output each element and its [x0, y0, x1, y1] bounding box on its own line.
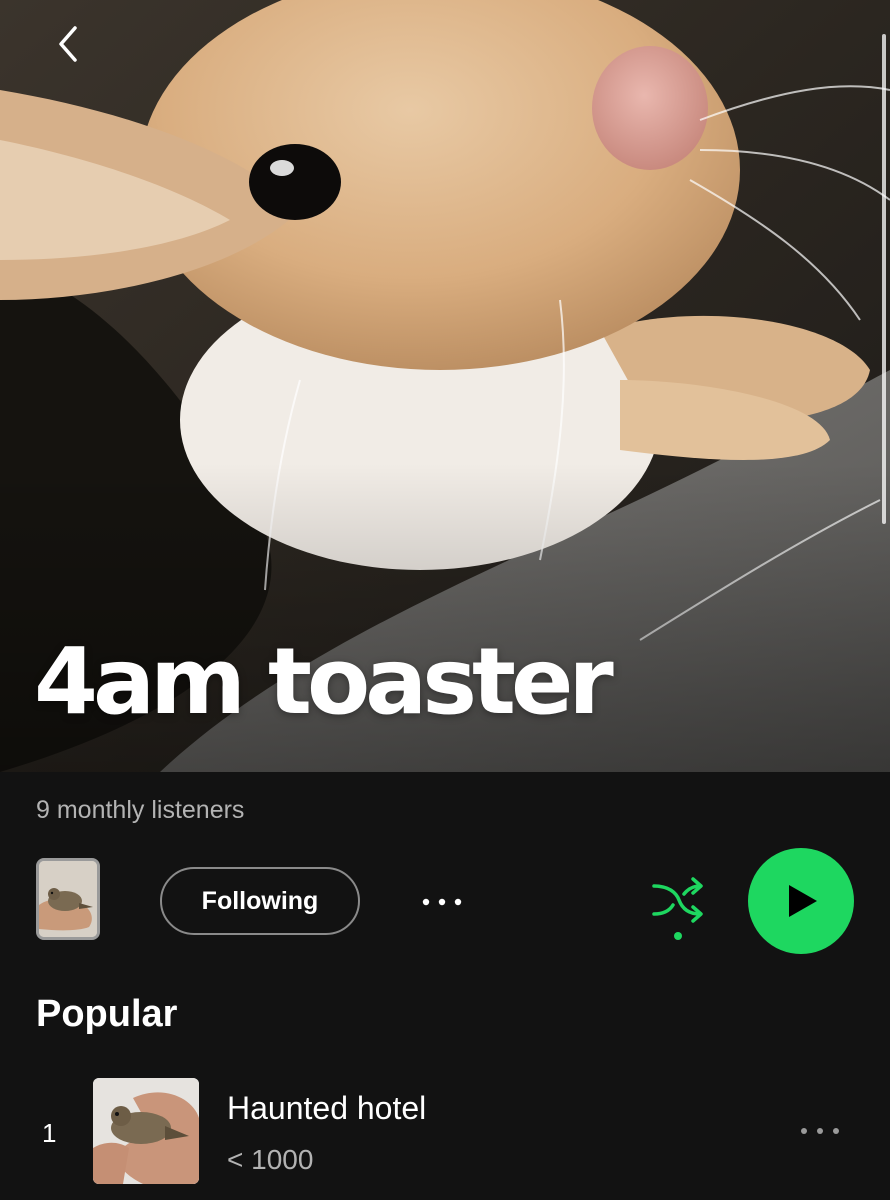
track-play-count: < 1000	[227, 1144, 314, 1175]
track-title: Haunted hotel	[227, 1090, 427, 1126]
track-cover	[93, 1078, 199, 1184]
track-number: 1	[42, 1118, 57, 1148]
scrollbar[interactable]	[882, 34, 886, 524]
play-button[interactable]	[748, 848, 854, 954]
artist-header: 4am toaster	[0, 0, 890, 772]
artist-thumbnail[interactable]	[36, 858, 100, 940]
track-row[interactable]: 1 Haunted hotel < 1000	[0, 1070, 890, 1196]
back-button[interactable]	[36, 18, 100, 70]
track-more-button[interactable]	[792, 1116, 848, 1146]
more-horizontal-icon	[422, 898, 462, 906]
follow-button[interactable]: Following	[160, 867, 360, 935]
monthly-listeners: 9 monthly listeners	[36, 796, 245, 824]
shuffle-button[interactable]	[646, 872, 710, 942]
more-horizontal-icon	[801, 1128, 839, 1134]
popular-heading: Popular	[36, 993, 178, 1035]
chevron-left-icon	[59, 26, 77, 62]
play-icon	[789, 885, 817, 917]
bird-in-hand-image	[93, 1078, 199, 1184]
artist-name: 4am toaster	[34, 628, 614, 735]
shuffle-icon	[652, 877, 703, 940]
bird-in-hand-image	[39, 861, 97, 937]
more-options-button[interactable]	[412, 880, 472, 924]
